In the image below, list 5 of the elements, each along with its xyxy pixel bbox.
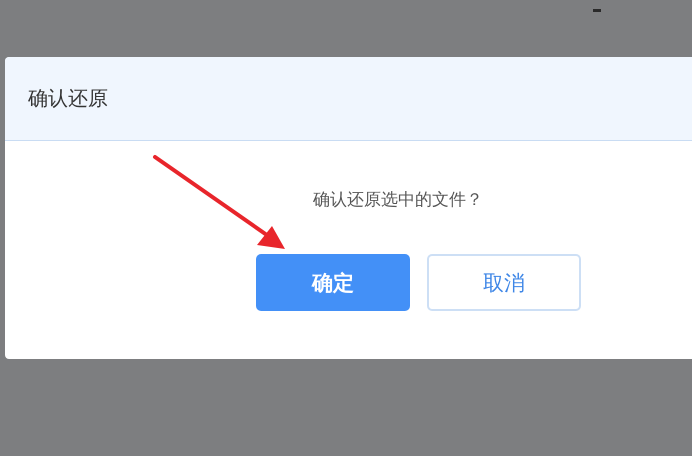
minimize-icon[interactable] bbox=[593, 9, 601, 12]
dialog-message: 确认还原选中的文件？ bbox=[313, 189, 483, 211]
confirm-button[interactable]: 确定 bbox=[256, 254, 410, 311]
dialog-title: 确认还原 bbox=[28, 85, 108, 112]
cancel-button[interactable]: 取消 bbox=[427, 254, 581, 311]
